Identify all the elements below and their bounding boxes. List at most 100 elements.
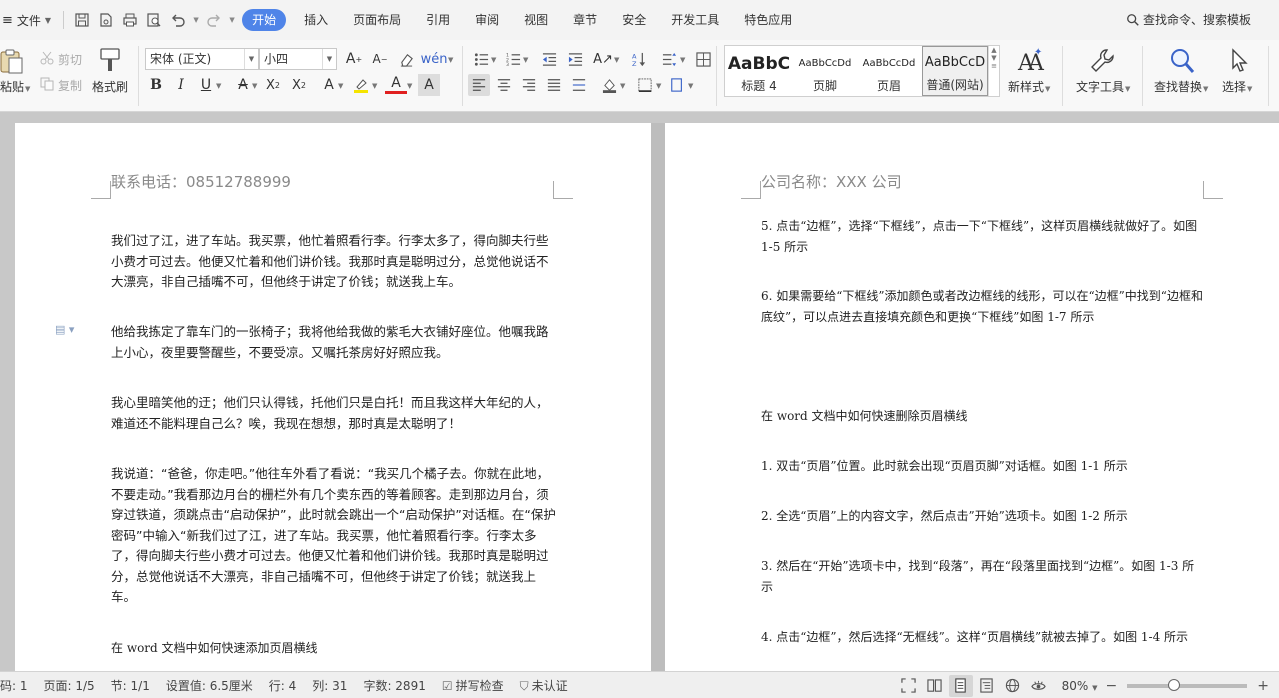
font-name-select[interactable]: 宋体 (正文) ▼ xyxy=(145,48,259,70)
bold-icon[interactable]: B xyxy=(145,74,167,96)
decrease-indent-icon[interactable] xyxy=(538,48,560,70)
find-replace-icon[interactable] xyxy=(1168,47,1196,75)
chevron-down-icon[interactable]: ▼ xyxy=(491,56,496,64)
subscript-icon[interactable]: X2 xyxy=(288,74,310,96)
chevron-down-icon[interactable]: ▼ xyxy=(372,82,377,90)
grow-font-icon[interactable]: A + xyxy=(343,48,365,70)
word-count-status[interactable]: 字数: 2891 xyxy=(355,677,433,694)
tab-review[interactable]: 审阅 xyxy=(463,9,511,31)
paragraph[interactable]: 在 word 文档中如何快速删除页眉横线 xyxy=(761,406,1206,427)
auth-status[interactable]: ⛉ 未认证 xyxy=(512,677,576,694)
chevron-down-icon[interactable]: ▼ xyxy=(688,82,693,90)
find-replace-button[interactable]: 查找替换▼ xyxy=(1154,78,1208,95)
shrink-font-icon[interactable]: A − xyxy=(369,48,391,70)
tab-home[interactable]: 开始 xyxy=(242,9,287,31)
document-page-1[interactable]: 联系电话：08512788999 ▤ ▾ 我们过了江，进了车站。我买票，他忙着照… xyxy=(15,123,651,671)
borders-icon[interactable] xyxy=(634,74,656,96)
font-color-icon[interactable]: A xyxy=(385,74,407,94)
format-painter-button[interactable]: 格式刷 xyxy=(92,78,128,95)
select-button[interactable]: 选择▼ xyxy=(1222,78,1252,95)
redo-icon[interactable] xyxy=(202,8,226,32)
justify-icon[interactable] xyxy=(543,74,565,96)
bullet-list-icon[interactable] xyxy=(470,48,492,70)
zoom-out-button[interactable]: − xyxy=(1104,678,1120,694)
page-header-text[interactable]: 联系电话：08512788999 xyxy=(111,171,291,192)
zoom-level-dropdown[interactable]: 80% ▼ xyxy=(1052,679,1104,693)
command-search[interactable]: 查找命令、搜索模板 xyxy=(1126,11,1251,28)
chevron-down-icon[interactable]: ▼ xyxy=(523,56,528,64)
output-pdf-icon[interactable] xyxy=(94,8,118,32)
new-style-button[interactable]: 新样式▼ xyxy=(1008,78,1050,95)
format-painter-icon[interactable] xyxy=(98,47,122,73)
fullscreen-icon[interactable] xyxy=(897,675,921,697)
paragraph[interactable]: 6. 如果需要给“下框线”添加颜色或者改边框线的线形，可以在“边框”中找到“边框… xyxy=(761,286,1206,327)
align-right-icon[interactable] xyxy=(518,74,540,96)
print-preview-icon[interactable] xyxy=(142,8,166,32)
paragraph[interactable]: 他给我拣定了靠车门的一张椅子；我将他给我做的紫毛大衣铺好座位。他嘱我路上小心，夜… xyxy=(111,322,556,363)
chevron-down-icon[interactable]: ▼ xyxy=(407,82,412,90)
style-footer[interactable]: AaBbCcDd 页脚 xyxy=(793,46,857,96)
zoom-in-button[interactable]: + xyxy=(1255,678,1279,694)
paragraph[interactable]: 5. 点击“边框”，选择“下框线”，点击一下“下框线”，这样页眉横线就做好了。如… xyxy=(761,216,1206,257)
cursor-icon[interactable] xyxy=(1228,48,1250,74)
increase-indent-icon[interactable] xyxy=(564,48,586,70)
chevron-down-icon[interactable]: ▼ xyxy=(338,82,343,90)
paragraph[interactable]: 我说道：“爸爸，你走吧。”他往车外看了看说：“我买几个橘子去。你就在此地，不要走… xyxy=(111,464,556,608)
spell-check-button[interactable]: ☑ 拼写检查 xyxy=(434,677,512,694)
align-center-icon[interactable] xyxy=(493,74,515,96)
paragraph[interactable]: 1. 双击“页眉”位置。此时就会出现“页眉页脚”对话框。如图 1-1 所示 xyxy=(761,456,1206,477)
superscript-icon[interactable]: X2 xyxy=(262,74,284,96)
outline-view-icon[interactable] xyxy=(975,675,999,697)
tab-developer[interactable]: 开发工具 xyxy=(659,9,731,31)
zoom-slider-handle[interactable] xyxy=(1167,678,1180,691)
print-icon[interactable] xyxy=(118,8,142,32)
chevron-down-icon[interactable]: ▼ xyxy=(620,82,625,90)
text-effect-icon[interactable]: A xyxy=(318,74,340,96)
phonetic-guide-icon[interactable]: wén xyxy=(421,48,448,70)
undo-icon[interactable] xyxy=(166,8,190,32)
sort-icon[interactable]: AZ xyxy=(628,48,650,70)
char-shading-icon[interactable]: A xyxy=(418,74,440,96)
text-tools-button[interactable]: 文字工具▼ xyxy=(1076,78,1130,95)
table-border-icon[interactable] xyxy=(692,48,714,70)
clear-format-icon[interactable] xyxy=(395,48,417,70)
copy-button[interactable]: 复制 xyxy=(58,77,82,94)
tab-insert[interactable]: 插入 xyxy=(292,9,340,31)
wrench-icon[interactable] xyxy=(1090,48,1116,74)
eye-protection-icon[interactable] xyxy=(1027,675,1051,697)
page-header-text[interactable]: 公司名称：XXX 公司 xyxy=(761,171,902,192)
tab-security[interactable]: 安全 xyxy=(610,9,658,31)
paragraph[interactable]: 4. 点击“边框”，然后选择“无框线”。这样“页眉横线”就被去掉了。如图 1-4… xyxy=(761,627,1206,648)
tab-section[interactable]: 章节 xyxy=(561,9,609,31)
chevron-down-icon[interactable]: ▼ xyxy=(656,82,661,90)
chinese-layout-icon[interactable]: A↗ xyxy=(592,48,614,70)
style-heading-4[interactable]: AaBbC 标题 4 xyxy=(725,46,793,96)
page-view-icon[interactable] xyxy=(948,674,973,697)
line-spacing-icon[interactable] xyxy=(658,48,680,70)
new-style-icon[interactable]: A A ✦ xyxy=(1016,46,1046,74)
tab-references[interactable]: 引用 xyxy=(414,9,462,31)
paragraph[interactable]: 我心里暗笑他的迂；他们只认得钱，托他们只是白托！而且我这样大年纪的人，难道还不能… xyxy=(111,393,556,434)
paragraph-layout-icon[interactable]: ▤ ▾ xyxy=(55,323,74,336)
distribute-icon[interactable] xyxy=(568,74,590,96)
chevron-down-icon[interactable]: ▼ xyxy=(252,82,257,90)
cut-button[interactable]: 剪切 xyxy=(58,51,82,68)
save-icon[interactable] xyxy=(70,8,94,32)
reading-mode-icon[interactable] xyxy=(923,675,947,697)
chevron-down-icon[interactable]: ▼ xyxy=(614,56,619,64)
style-gallery-scroll[interactable]: ▲ ▼ ≡ xyxy=(988,46,999,96)
paste-button[interactable]: 粘贴▼ xyxy=(0,78,30,95)
tab-page-layout[interactable]: 页面布局 xyxy=(341,9,413,31)
chevron-down-icon[interactable]: ▼ xyxy=(448,56,453,64)
paragraph[interactable]: 2. 全选“页眉”上的内容文字，然后点击”开始”选项卡。如图 1-2 所示 xyxy=(761,506,1206,527)
font-size-select[interactable]: 小四 ▼ xyxy=(259,48,337,70)
page-number-status[interactable]: 码: 1 xyxy=(0,677,36,694)
section-status[interactable]: 节: 1/1 xyxy=(103,677,158,694)
position-status[interactable]: 设置值: 6.5厘米 xyxy=(158,677,261,694)
customize-toolbar-icon[interactable]: ▼ xyxy=(226,8,238,32)
page-border-icon[interactable] xyxy=(666,74,688,96)
paragraph[interactable]: 我们过了江，进了车站。我买票，他忙着照看行李。行李太多了，得向脚夫行些小费才可过… xyxy=(111,231,556,293)
highlight-icon[interactable] xyxy=(350,74,372,96)
chevron-down-icon[interactable]: ▼ xyxy=(680,56,685,64)
document-page-2[interactable]: 公司名称：XXX 公司 5. 点击“边框”，选择“下框线”，点击一下“下框线”，… xyxy=(665,123,1279,671)
